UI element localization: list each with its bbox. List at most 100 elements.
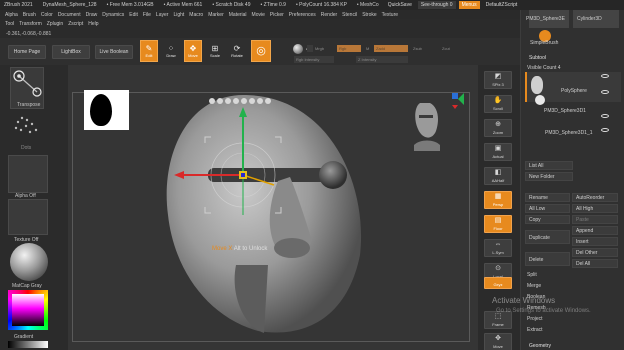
del-other-button[interactable]: Del Other xyxy=(572,248,618,257)
menu-zscript[interactable]: Zscript xyxy=(68,21,83,27)
scroll-button[interactable]: ✋ Scroll xyxy=(484,95,512,113)
edit-button[interactable]: ✎ Edit xyxy=(140,40,158,62)
visibility-eye-icon-4[interactable] xyxy=(601,128,609,132)
menu-edit[interactable]: Edit xyxy=(129,12,138,18)
menu-picker[interactable]: Picker xyxy=(270,12,284,18)
visibility-eye-icon-2[interactable] xyxy=(601,90,609,94)
quicksave-button[interactable]: QuickSave xyxy=(385,1,415,9)
split-section[interactable]: Split xyxy=(527,272,537,278)
z-intensity-slider[interactable]: Z Intensity xyxy=(356,56,408,63)
menu-brush[interactable]: Brush xyxy=(23,12,36,18)
menu-light[interactable]: Light xyxy=(173,12,184,18)
mrgb-toggle[interactable]: Mrgb xyxy=(315,46,324,51)
lsym-button[interactable]: ⇔ L.Sym xyxy=(484,239,512,257)
gradient-swatch[interactable] xyxy=(8,341,48,348)
rgb-toggle[interactable]: Rgb xyxy=(337,45,361,52)
actual-button[interactable]: ▣ Actual xyxy=(484,143,512,161)
navigation-head-icon[interactable] xyxy=(414,103,440,151)
menu-texture[interactable]: Texture xyxy=(382,12,398,18)
menu-file[interactable]: File xyxy=(143,12,151,18)
visibility-eye-icon-3[interactable] xyxy=(601,114,609,118)
move-button[interactable]: ✥ Move xyxy=(184,40,202,62)
model-canvas[interactable] xyxy=(68,65,478,350)
menu-draw[interactable]: Draw xyxy=(86,12,98,18)
gizmo-icon: ◎ xyxy=(256,44,266,57)
free-mem: • Free Mem 3.014GB xyxy=(106,2,154,8)
scale-button[interactable]: ⊞ Scale xyxy=(206,40,224,62)
lightbox-button[interactable]: LightBox xyxy=(52,45,90,59)
duplicate-button[interactable]: Duplicate xyxy=(525,230,570,244)
extract-section[interactable]: Extract xyxy=(527,327,543,333)
delete-button[interactable]: Delete xyxy=(525,252,570,266)
menu-material[interactable]: Material xyxy=(229,12,247,18)
zadd-toggle[interactable]: Zadd xyxy=(374,45,408,52)
menu-macro[interactable]: Macro xyxy=(189,12,203,18)
menu-alpha[interactable]: Alpha xyxy=(5,12,18,18)
subtool-sphere3d1-1[interactable]: PM3D_Sphere3D1_1 xyxy=(545,130,593,136)
menu-stroke[interactable]: Stroke xyxy=(362,12,376,18)
menus-button[interactable]: Menus xyxy=(458,1,480,9)
menu-tool[interactable]: Tool xyxy=(5,21,14,27)
tool-thumb-cylinder-label: Cylinder3D xyxy=(577,16,602,22)
meshcount: • MeshCo xyxy=(356,2,379,8)
texture-tile[interactable] xyxy=(8,199,48,235)
merge-section[interactable]: Merge xyxy=(527,283,541,289)
color-picker[interactable] xyxy=(8,290,48,330)
subtool-polysphere[interactable]: PolySphere xyxy=(561,88,587,94)
subtool-sphere3d1[interactable]: PM3D_Sphere3D1 xyxy=(544,108,586,114)
live-boolean-button[interactable]: Live Boolean xyxy=(95,45,133,59)
project-section[interactable]: Project xyxy=(527,316,543,322)
matcap-sphere-icon[interactable] xyxy=(10,243,48,281)
all-high-button[interactable]: All High xyxy=(572,204,618,213)
paste-button[interactable]: Paste xyxy=(572,215,618,224)
visibility-eye-icon-1[interactable] xyxy=(601,74,609,78)
menu-help[interactable]: Help xyxy=(88,21,98,27)
autoreorder-button[interactable]: AutoReorder xyxy=(572,193,618,202)
menu-color[interactable]: Color xyxy=(41,12,53,18)
new-folder-button[interactable]: New Folder xyxy=(525,172,573,181)
transpose-icon xyxy=(13,70,42,97)
move-view-button[interactable]: ✥ Move xyxy=(484,333,512,350)
rgb-intensity-slider[interactable]: Rgb Intensity xyxy=(294,56,334,63)
all-low-button[interactable]: All Low xyxy=(525,204,570,213)
zcut-toggle[interactable]: Zcut xyxy=(442,46,450,51)
canvas-viewport[interactable]: Move X Alt to Unlock xyxy=(68,65,478,350)
zoom-button[interactable]: ⊕ Zoom xyxy=(484,119,512,137)
menu-stencil[interactable]: Stencil xyxy=(342,12,357,18)
menu-preferences[interactable]: Preferences xyxy=(289,12,316,18)
menu-layer[interactable]: Layer xyxy=(156,12,169,18)
menu-render[interactable]: Render xyxy=(321,12,337,18)
gizmo-3d-button[interactable]: ◎ xyxy=(251,40,271,62)
rotate-button[interactable]: ⟳ Rotate xyxy=(228,40,246,62)
insert-button[interactable]: Insert xyxy=(572,237,618,246)
mrgb-box[interactable] xyxy=(307,45,313,52)
spix-button[interactable]: ◩ SPix 3 xyxy=(484,71,512,89)
geometry-header[interactable]: Geometry xyxy=(529,343,551,349)
list-all-button[interactable]: List All xyxy=(525,161,573,170)
floor-button[interactable]: ▤ Floor xyxy=(484,215,512,233)
dots-stroke-icon[interactable] xyxy=(12,112,42,142)
default-zscript-button[interactable]: DefaultZScript xyxy=(483,1,521,9)
subtool-header[interactable]: Subtool xyxy=(529,55,546,61)
zsub-toggle[interactable]: Zsub xyxy=(413,46,422,51)
rename-button[interactable]: Rename xyxy=(525,193,570,202)
draw-button[interactable]: ⁘ Draw xyxy=(162,40,180,62)
menu-document[interactable]: Document xyxy=(58,12,81,18)
menu-marker[interactable]: Marker xyxy=(208,12,224,18)
copy-button[interactable]: Copy xyxy=(525,215,570,224)
menu-zplugin[interactable]: Zplugin xyxy=(47,21,63,27)
gxyz-label: Gxyz xyxy=(493,282,503,287)
material-sphere-icon[interactable] xyxy=(293,44,303,54)
gxyz-button[interactable]: Gxyz xyxy=(484,277,512,289)
aahalf-button[interactable]: ◧ AAHalf xyxy=(484,167,512,185)
see-through-slider[interactable]: See-through 0 xyxy=(417,1,456,9)
alpha-tile[interactable] xyxy=(8,155,48,193)
menu-transform[interactable]: Transform xyxy=(19,21,42,27)
menu-movie[interactable]: Movie xyxy=(252,12,265,18)
append-button[interactable]: Append xyxy=(572,226,618,235)
m-toggle[interactable]: M xyxy=(366,46,369,51)
menu-dynamics[interactable]: Dynamics xyxy=(102,12,124,18)
persp-button[interactable]: ▦ Persp xyxy=(484,191,512,209)
del-all-button[interactable]: Del All xyxy=(572,259,618,268)
home-page-button[interactable]: Home Page xyxy=(8,45,46,59)
